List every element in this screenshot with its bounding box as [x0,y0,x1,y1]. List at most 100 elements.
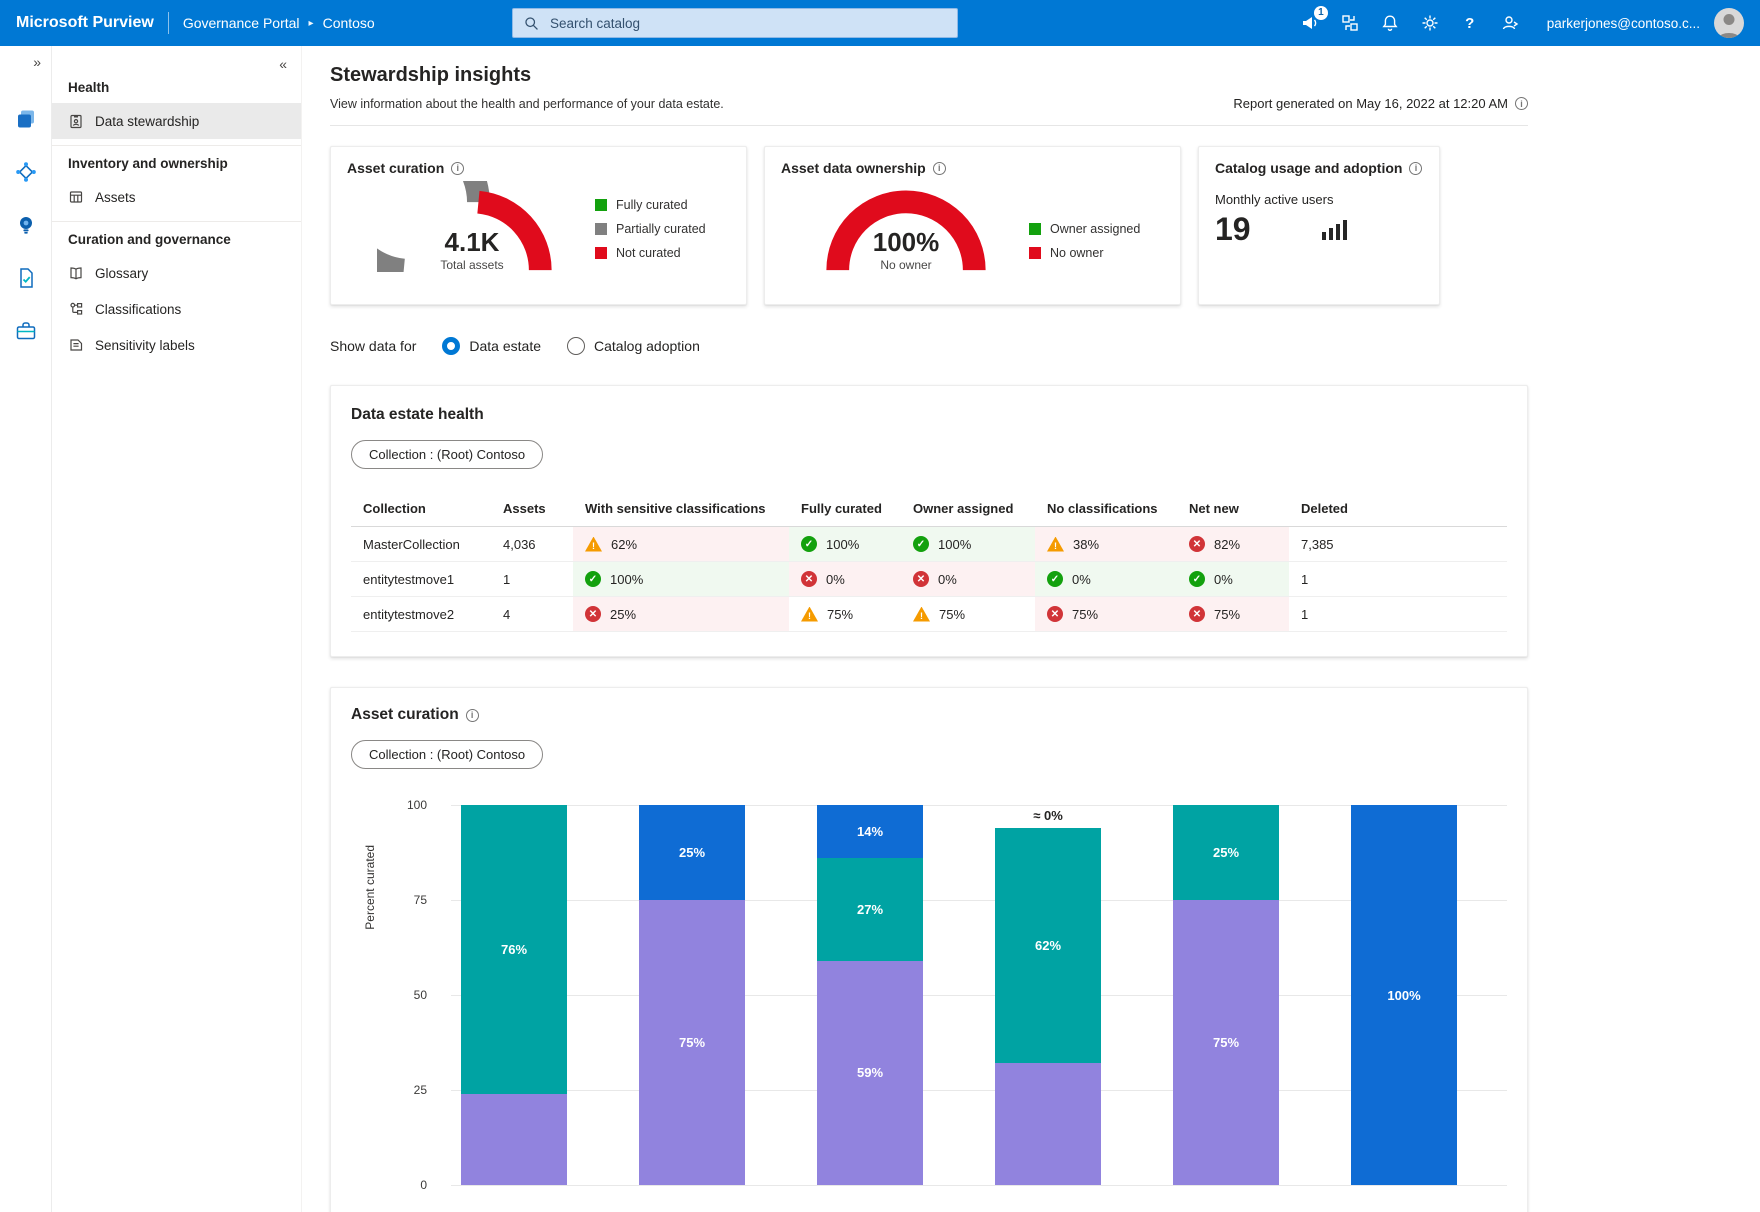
info-icon[interactable]: i [1409,162,1422,175]
table-row[interactable]: entitytestmove24✕25%!75%!75%✕75%✕75%1 [351,597,1507,632]
radio-data-estate[interactable]: Data estate [442,337,541,355]
table-cell: ✓0% [1177,562,1289,597]
info-icon[interactable]: i [451,162,464,175]
sidebar-item-sensitivity-labels[interactable]: Sensitivity labels [52,327,301,363]
column-header[interactable]: Net new [1177,491,1289,527]
show-data-for-group: Show data for Data estate Catalog adopti… [330,337,1528,355]
table-header-row: Collection Assets With sensitive classif… [351,491,1507,527]
stacked-bar[interactable]: 25% 75% [639,805,745,1185]
feedback-button[interactable] [1493,6,1527,40]
x-icon: ✕ [801,571,817,587]
rail-item-policy[interactable] [0,251,52,304]
curation-legend: Fully curated Partially curated Not curate… [595,198,706,260]
legend-item: Partially curated [595,222,706,236]
section-title: Data estate health [351,406,1507,424]
sidebar: « Health Data stewardship Inventory and … [52,46,302,1212]
table-row[interactable]: MasterCollection4,036!62%✓100%✓100%!38%✕… [351,527,1507,562]
breadcrumb-tenant[interactable]: Contoso [323,15,375,31]
column-header[interactable]: Collection [351,491,491,527]
stacked-bar[interactable]: ≈ 0%62% [995,828,1101,1185]
sidebar-item-data-stewardship[interactable]: Data stewardship [52,103,301,139]
check-icon: ✓ [585,571,601,587]
info-icon[interactable]: i [1515,97,1528,110]
sidebar-item-assets[interactable]: Assets [52,179,301,215]
radio-catalog-adoption[interactable]: Catalog adoption [567,337,700,355]
bar-segment-label: 75% [679,1035,705,1050]
page-title: Stewardship insights [330,64,1528,87]
collection-filter-label: Collection : (Root) Contoso [369,747,525,762]
settings-button[interactable] [1413,6,1447,40]
column-header[interactable]: Owner assigned [901,491,1035,527]
legend-swatch [595,223,607,235]
warning-triangle-icon: ! [801,607,818,622]
rail-item-data-map[interactable] [0,145,52,198]
notifications-button[interactable] [1373,6,1407,40]
sidebar-item-glossary[interactable]: Glossary [52,255,301,291]
x-icon: ✕ [1189,536,1205,552]
rail-item-insights[interactable] [0,198,52,251]
stacked-bar[interactable]: 100% [1351,805,1457,1185]
table-cell: !38% [1035,527,1177,562]
table-row[interactable]: entitytestmove11✓100%✕0%✕0%✓0%✓0%1 [351,562,1507,597]
collection-filter-button[interactable]: Collection : (Root) Contoso [351,440,543,469]
context-switcher-button[interactable] [1333,6,1367,40]
column-header[interactable]: With sensitive classifications [573,491,789,527]
asset-curation-card: Asset curation i 4.1K Total assets Fully… [330,146,747,305]
legend-item: Fully curated [595,198,706,212]
legend-label: No owner [1050,246,1104,260]
column-header[interactable]: No classifications [1035,491,1177,527]
plot-area: 76%25%75%14%27%59%≈ 0%62%25%75%100% [451,805,1507,1205]
stacked-bar[interactable]: 14%27%59% [817,805,923,1185]
bar-segment-label: 59% [857,1065,883,1080]
column-header[interactable]: Deleted [1289,491,1507,527]
y-tick-label: 50 [414,988,427,1002]
table-cell: entitytestmove2 [351,597,491,632]
legend-swatch [595,247,607,259]
column-header[interactable]: Fully curated [789,491,901,527]
stacked-bar[interactable]: 76% [461,805,567,1185]
card-title: Asset curation [347,160,444,176]
legend-label: Not curated [616,246,681,260]
gridline [451,1185,1507,1186]
app-brand[interactable]: Microsoft Purview [16,14,154,32]
radio-option-label: Data estate [469,338,541,354]
rail-item-data-catalog[interactable] [0,92,52,145]
warning-triangle-icon: ! [1047,537,1064,552]
gear-icon [1420,13,1440,33]
bar-segment: 25% [639,805,745,900]
user-email[interactable]: parkerjones@contoso.c... [1547,16,1700,31]
table-cell: 4,036 [491,527,573,562]
column-header[interactable]: Assets [491,491,573,527]
search-catalog-box[interactable] [512,8,958,38]
legend-item: Not curated [595,246,706,260]
search-input[interactable] [548,15,947,32]
table-cell: !62% [573,527,789,562]
sidebar-item-classifications[interactable]: Classifications [52,291,301,327]
header-divider [330,125,1528,126]
check-icon: ✓ [1047,571,1063,587]
gridline [451,805,1507,806]
table-cell: ✓100% [573,562,789,597]
check-icon: ✓ [1189,571,1205,587]
avatar[interactable] [1714,8,1744,38]
bar-segment-label: 14% [857,824,883,839]
info-icon[interactable]: i [933,162,946,175]
info-icon[interactable]: i [466,709,479,722]
announcements-button[interactable]: 1 [1293,6,1327,40]
collapse-sidebar-button[interactable]: « [279,56,287,72]
breadcrumb-portal[interactable]: Governance Portal [183,15,300,31]
gridline [451,900,1507,901]
radio-selected-icon[interactable] [442,337,460,355]
collection-filter-button[interactable]: Collection : (Root) Contoso [351,740,543,769]
expand-rail-button[interactable]: » [0,54,51,80]
rail-item-data-share[interactable] [0,304,52,357]
radio-unselected-icon[interactable] [567,337,585,355]
stacked-bar[interactable]: 25%75% [1173,805,1279,1185]
bar-segment-label: 62% [1035,938,1061,953]
x-icon: ✕ [913,571,929,587]
help-button[interactable]: ? [1453,6,1487,40]
table-cell: ✕0% [789,562,901,597]
card-title: Catalog usage and adoption [1215,160,1402,176]
y-axis: 1007550250 [391,805,427,1205]
sidebar-item-label: Data stewardship [95,114,199,129]
